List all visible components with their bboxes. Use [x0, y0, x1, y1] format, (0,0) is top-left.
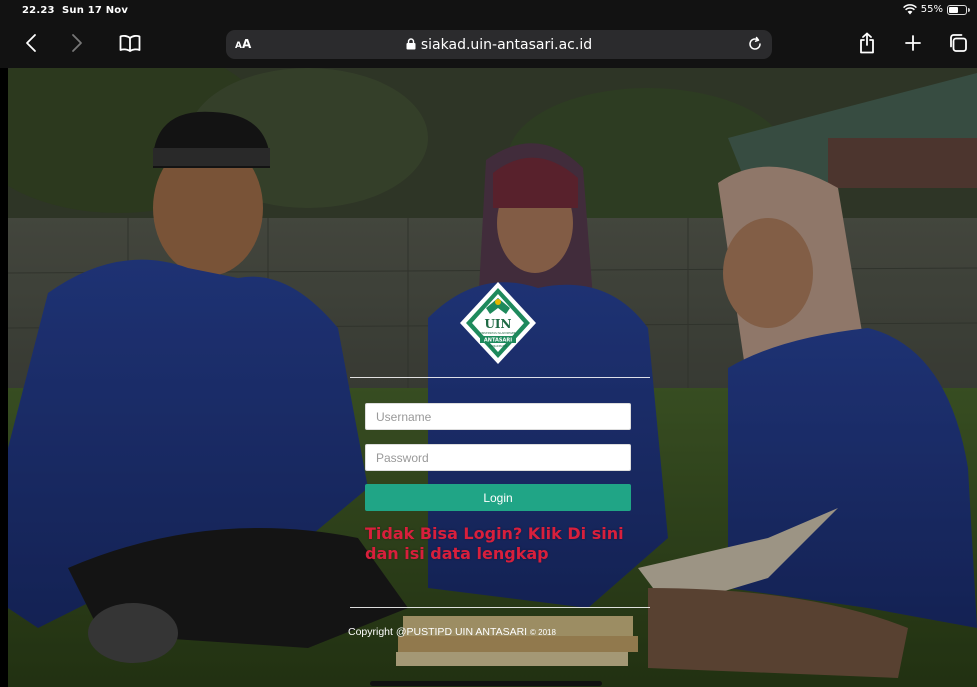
- url-text: siakad.uin-antasari.ac.id: [420, 37, 593, 53]
- logo-text-uin: UIN: [484, 317, 511, 331]
- bookmarks-icon: [119, 34, 141, 52]
- logo-text-university: UNIVERSITAS ISLAM NEGERI: [480, 331, 517, 335]
- battery-icon: [947, 4, 970, 15]
- wifi-icon: [902, 4, 917, 15]
- username-input[interactable]: [365, 403, 631, 430]
- uin-antasari-logo: UIN UNIVERSITAS ISLAM NEGERI ANTASARI BA…: [460, 282, 536, 364]
- lock-icon: [406, 38, 416, 50]
- status-bar: 22.23 Sun 17 Nov 55%: [0, 0, 977, 22]
- cannot-login-help-link[interactable]: Tidak Bisa Login? Klik Di sini dan isi d…: [365, 524, 645, 564]
- new-tab-icon: [905, 35, 921, 51]
- forward-button[interactable]: [66, 30, 88, 56]
- login-button[interactable]: Login: [365, 484, 631, 511]
- battery-percent: 55%: [920, 4, 943, 15]
- url-display[interactable]: siakad.uin-antasari.ac.id: [226, 37, 772, 53]
- bookmarks-button[interactable]: [118, 30, 142, 56]
- share-icon: [860, 32, 874, 54]
- back-button[interactable]: [20, 30, 42, 56]
- logo-text-city: BANJARMASIN: [489, 344, 507, 348]
- divider-bottom: [350, 607, 650, 608]
- tabs-button[interactable]: [946, 30, 970, 56]
- copyright-year: © 2018: [530, 628, 556, 637]
- back-icon: [26, 34, 36, 52]
- login-page: UIN UNIVERSITAS ISLAM NEGERI ANTASARI BA…: [8, 68, 977, 687]
- logo-text-antasari: ANTASARI: [484, 338, 512, 344]
- divider-top: [350, 377, 650, 378]
- tabs-icon: [950, 34, 967, 52]
- battery-fill: [949, 6, 958, 13]
- status-time-date: 22.23 Sun 17 Nov: [22, 5, 128, 16]
- status-time: 22.23: [22, 5, 55, 16]
- home-indicator: [370, 681, 602, 686]
- share-button[interactable]: [856, 30, 878, 56]
- status-right: 55%: [902, 4, 970, 15]
- new-tab-button[interactable]: [902, 30, 924, 56]
- copyright-owner: Copyright @PUSTIPD UIN ANTASARI: [348, 626, 528, 638]
- reload-icon[interactable]: [747, 36, 763, 52]
- password-input[interactable]: [365, 444, 631, 471]
- status-date: Sun 17 Nov: [62, 5, 129, 16]
- forward-icon: [72, 34, 82, 52]
- copyright-text: Copyright @PUSTIPD UIN ANTASARI © 2018: [348, 626, 556, 638]
- address-bar[interactable]: AA siakad.uin-antasari.ac.id: [226, 30, 772, 59]
- browser-chrome: 22.23 Sun 17 Nov 55% AA siakad.uin-antas…: [0, 0, 977, 68]
